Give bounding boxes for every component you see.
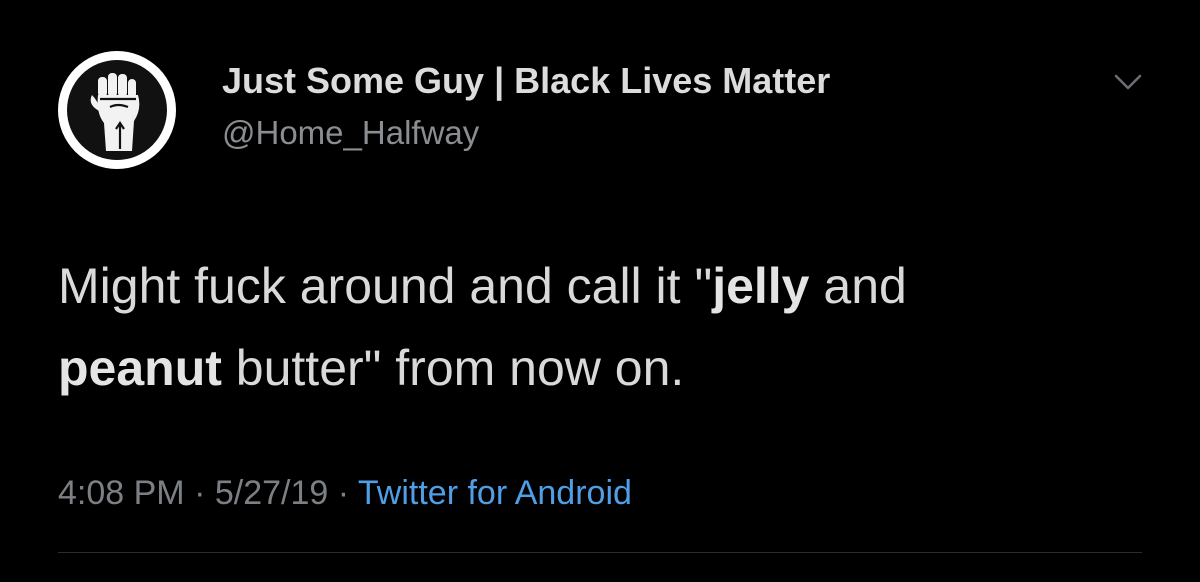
meta-separator: ·	[184, 474, 215, 512]
tweet-source-link[interactable]: Twitter for Android	[358, 474, 632, 512]
tweet-time[interactable]: 4:08 PM	[58, 474, 185, 512]
raised-fist-icon	[60, 53, 174, 167]
display-name[interactable]: Just Some Guy | Black Lives Matter	[222, 60, 830, 102]
avatar[interactable]	[58, 51, 176, 169]
tweet-text-part: Might fuck around and call it "	[58, 258, 713, 314]
tweet-text-part: butter" from now on.	[221, 340, 685, 396]
meta-separator: ·	[328, 474, 358, 512]
tweet-meta: 4:08 PM · 5/27/19 · Twitter for Android	[58, 474, 632, 513]
chevron-down-icon	[1114, 74, 1142, 90]
user-handle[interactable]: @Home_Halfway	[222, 114, 479, 152]
tweet-date[interactable]: 5/27/19	[215, 474, 328, 512]
tweet-menu-button[interactable]	[1110, 68, 1146, 96]
tweet-text: Might fuck around and call it "jelly and…	[58, 245, 1148, 409]
tweet-card: Just Some Guy | Black Lives Matter @Home…	[0, 0, 1200, 582]
divider	[58, 552, 1142, 553]
tweet-text-part: and	[809, 258, 907, 314]
tweet-text-bold: jelly	[712, 258, 810, 314]
tweet-text-bold: peanut	[58, 340, 222, 396]
